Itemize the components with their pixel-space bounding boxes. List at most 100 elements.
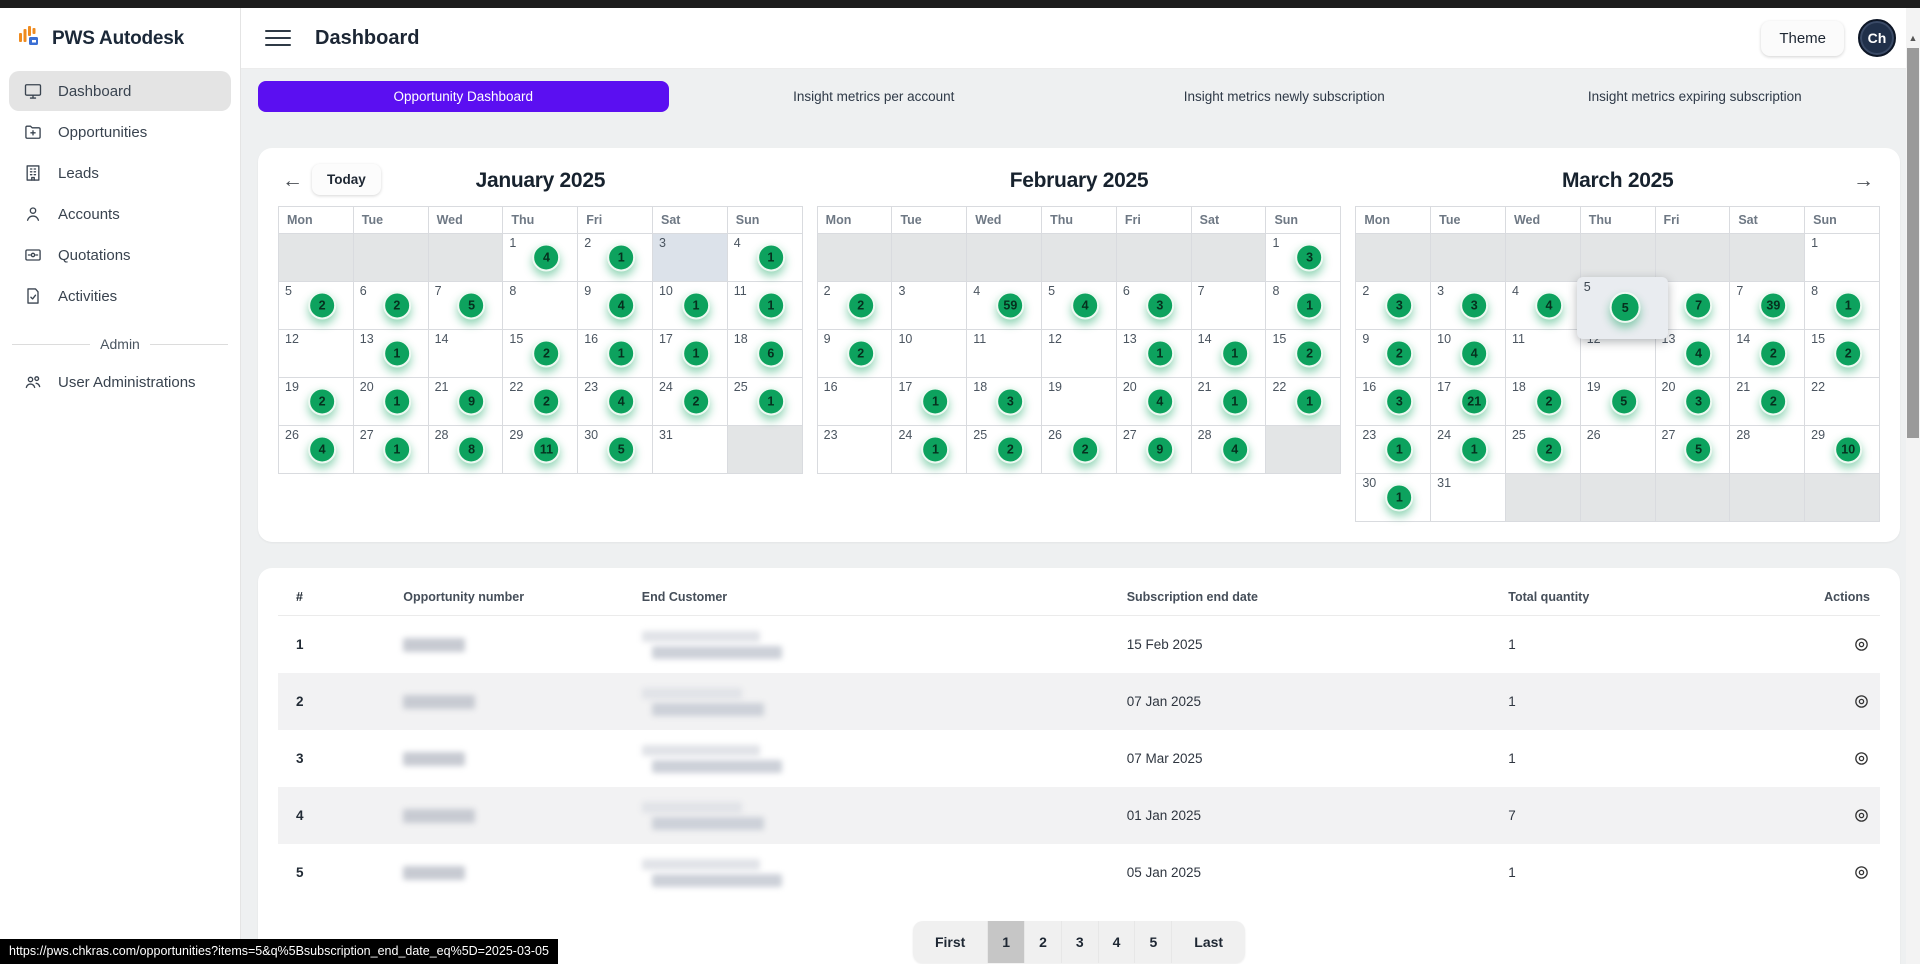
sidebar-item-user-administrations[interactable]: User Administrations (9, 362, 231, 402)
opportunity-count-badge[interactable]: 2 (847, 339, 875, 367)
opportunity-count-badge[interactable]: 1 (383, 435, 411, 463)
calendar-day-28[interactable]: 288 (428, 426, 503, 474)
calendar-prev-icon[interactable]: ← (282, 170, 303, 191)
opportunity-count-badge[interactable]: 4 (607, 387, 635, 415)
calendar-day-24[interactable]: 241 (1431, 426, 1506, 474)
calendar-day-9[interactable]: 92 (817, 330, 892, 378)
opportunity-count-badge[interactable]: 1 (1146, 339, 1174, 367)
calendar-day-18[interactable]: 182 (1505, 378, 1580, 426)
calendar-day-2[interactable]: 22 (817, 282, 892, 330)
calendar-next-icon[interactable]: → (1853, 170, 1874, 191)
opportunity-count-badge[interactable]: 8 (458, 435, 486, 463)
opportunity-count-badge[interactable]: 59 (996, 291, 1024, 319)
calendar-day-21[interactable]: 211 (1191, 378, 1266, 426)
calendar-day-19[interactable]: 195 (1580, 378, 1655, 426)
opportunity-count-badge[interactable]: 1 (922, 387, 950, 415)
calendar-day-15[interactable]: 152 (1266, 330, 1341, 378)
calendar-day-30[interactable]: 305 (578, 426, 653, 474)
view-eye-icon[interactable] (1853, 693, 1870, 710)
opportunity-count-badge[interactable]: 2 (1535, 387, 1563, 415)
opportunity-count-badge[interactable]: 9 (1146, 435, 1174, 463)
calendar-day-24[interactable]: 242 (652, 378, 727, 426)
calendar-day-5[interactable]: 55 (1580, 282, 1655, 330)
tab-insight-metrics-per-account[interactable]: Insight metrics per account (669, 81, 1080, 112)
opportunity-count-badge[interactable]: 21 (1460, 387, 1488, 415)
calendar-day-15[interactable]: 152 (503, 330, 578, 378)
opportunity-count-badge[interactable]: 5 (458, 291, 486, 319)
opportunity-count-badge[interactable]: 2 (1834, 339, 1862, 367)
opportunity-count-badge[interactable]: 1 (1296, 387, 1324, 415)
calendar-day-9[interactable]: 94 (578, 282, 653, 330)
calendar-day-10[interactable]: 101 (652, 282, 727, 330)
tab-insight-metrics-expiring-subscription[interactable]: Insight metrics expiring subscription (1490, 81, 1901, 112)
opportunity-count-badge[interactable]: 9 (458, 387, 486, 415)
opportunity-count-badge[interactable]: 3 (1385, 291, 1413, 319)
scrollbar-up-icon[interactable]: ▲ (1906, 30, 1920, 46)
calendar-day-17[interactable]: 1721 (1431, 378, 1506, 426)
opportunity-count-badge[interactable]: 2 (1535, 435, 1563, 463)
opportunity-count-badge[interactable]: 4 (1146, 387, 1174, 415)
calendar-day-5[interactable]: 54 (1042, 282, 1117, 330)
opportunity-count-badge[interactable]: 5 (1610, 387, 1638, 415)
hamburger-menu-icon[interactable] (265, 28, 291, 48)
opportunity-count-badge[interactable]: 2 (1385, 339, 1413, 367)
opportunity-count-badge[interactable]: 10 (1834, 435, 1862, 463)
opportunity-count-badge[interactable]: 2 (308, 291, 336, 319)
opportunity-count-badge[interactable]: 5 (1610, 292, 1641, 323)
sidebar-item-activities[interactable]: Activities (9, 276, 231, 316)
opportunity-count-badge[interactable]: 1 (682, 291, 710, 319)
opportunity-count-badge[interactable]: 2 (1759, 339, 1787, 367)
calendar-day-22[interactable]: 221 (1266, 378, 1341, 426)
page-5[interactable]: 5 (1134, 921, 1171, 963)
calendar-day-16[interactable]: 161 (578, 330, 653, 378)
page-3[interactable]: 3 (1061, 921, 1098, 963)
opportunity-count-badge[interactable]: 4 (1460, 339, 1488, 367)
opportunity-count-badge[interactable]: 4 (1685, 339, 1713, 367)
opportunity-count-badge[interactable]: 4 (1535, 291, 1563, 319)
opportunity-count-badge[interactable]: 3 (996, 387, 1024, 415)
page-first[interactable]: First (913, 921, 987, 963)
opportunity-count-badge[interactable]: 2 (1759, 387, 1787, 415)
page-scrollbar[interactable]: ▲ (1906, 8, 1920, 964)
calendar-day-20[interactable]: 204 (1116, 378, 1191, 426)
opportunity-count-badge[interactable]: 39 (1759, 291, 1787, 319)
sidebar-item-dashboard[interactable]: Dashboard (9, 71, 231, 111)
calendar-day-25[interactable]: 252 (967, 426, 1042, 474)
calendar-day-2[interactable]: 23 (1356, 282, 1431, 330)
calendar-day-3[interactable]: 33 (1431, 282, 1506, 330)
calendar-day-22[interactable]: 222 (503, 378, 578, 426)
calendar-day-27[interactable]: 275 (1655, 426, 1730, 474)
calendar-day-13[interactable]: 131 (353, 330, 428, 378)
calendar-day-4[interactable]: 44 (1505, 282, 1580, 330)
opportunity-count-badge[interactable]: 3 (1385, 387, 1413, 415)
calendar-day-16[interactable]: 163 (1356, 378, 1431, 426)
view-eye-icon[interactable] (1853, 750, 1870, 767)
opportunity-count-badge[interactable]: 2 (308, 387, 336, 415)
opportunity-count-badge[interactable]: 1 (607, 243, 635, 271)
tab-insight-metrics-newly-subscription[interactable]: Insight metrics newly subscription (1079, 81, 1490, 112)
calendar-day-8[interactable]: 81 (1805, 282, 1880, 330)
calendar-day-28[interactable]: 284 (1191, 426, 1266, 474)
opportunity-count-badge[interactable]: 1 (383, 339, 411, 367)
tab-opportunity-dashboard[interactable]: Opportunity Dashboard (258, 81, 669, 112)
opportunity-count-badge[interactable]: 2 (1071, 435, 1099, 463)
opportunity-count-badge[interactable]: 1 (682, 339, 710, 367)
today-button[interactable]: Today (312, 164, 381, 195)
opportunity-count-badge[interactable]: 1 (1385, 483, 1413, 511)
opportunity-count-badge[interactable]: 2 (1296, 339, 1324, 367)
page-4[interactable]: 4 (1098, 921, 1135, 963)
page-2[interactable]: 2 (1024, 921, 1061, 963)
calendar-day-25[interactable]: 252 (1505, 426, 1580, 474)
view-eye-icon[interactable] (1853, 807, 1870, 824)
opportunity-count-badge[interactable]: 1 (757, 243, 785, 271)
calendar-day-18[interactable]: 186 (727, 330, 802, 378)
opportunity-count-badge[interactable]: 1 (1460, 435, 1488, 463)
opportunity-count-badge[interactable]: 2 (383, 291, 411, 319)
calendar-day-11[interactable]: 111 (727, 282, 802, 330)
calendar-day-17[interactable]: 171 (892, 378, 967, 426)
calendar-day-1[interactable]: 14 (503, 234, 578, 282)
opportunity-count-badge[interactable]: 3 (1146, 291, 1174, 319)
opportunity-count-badge[interactable]: 11 (532, 435, 560, 463)
calendar-day-21[interactable]: 212 (1730, 378, 1805, 426)
theme-button[interactable]: Theme (1761, 21, 1844, 56)
